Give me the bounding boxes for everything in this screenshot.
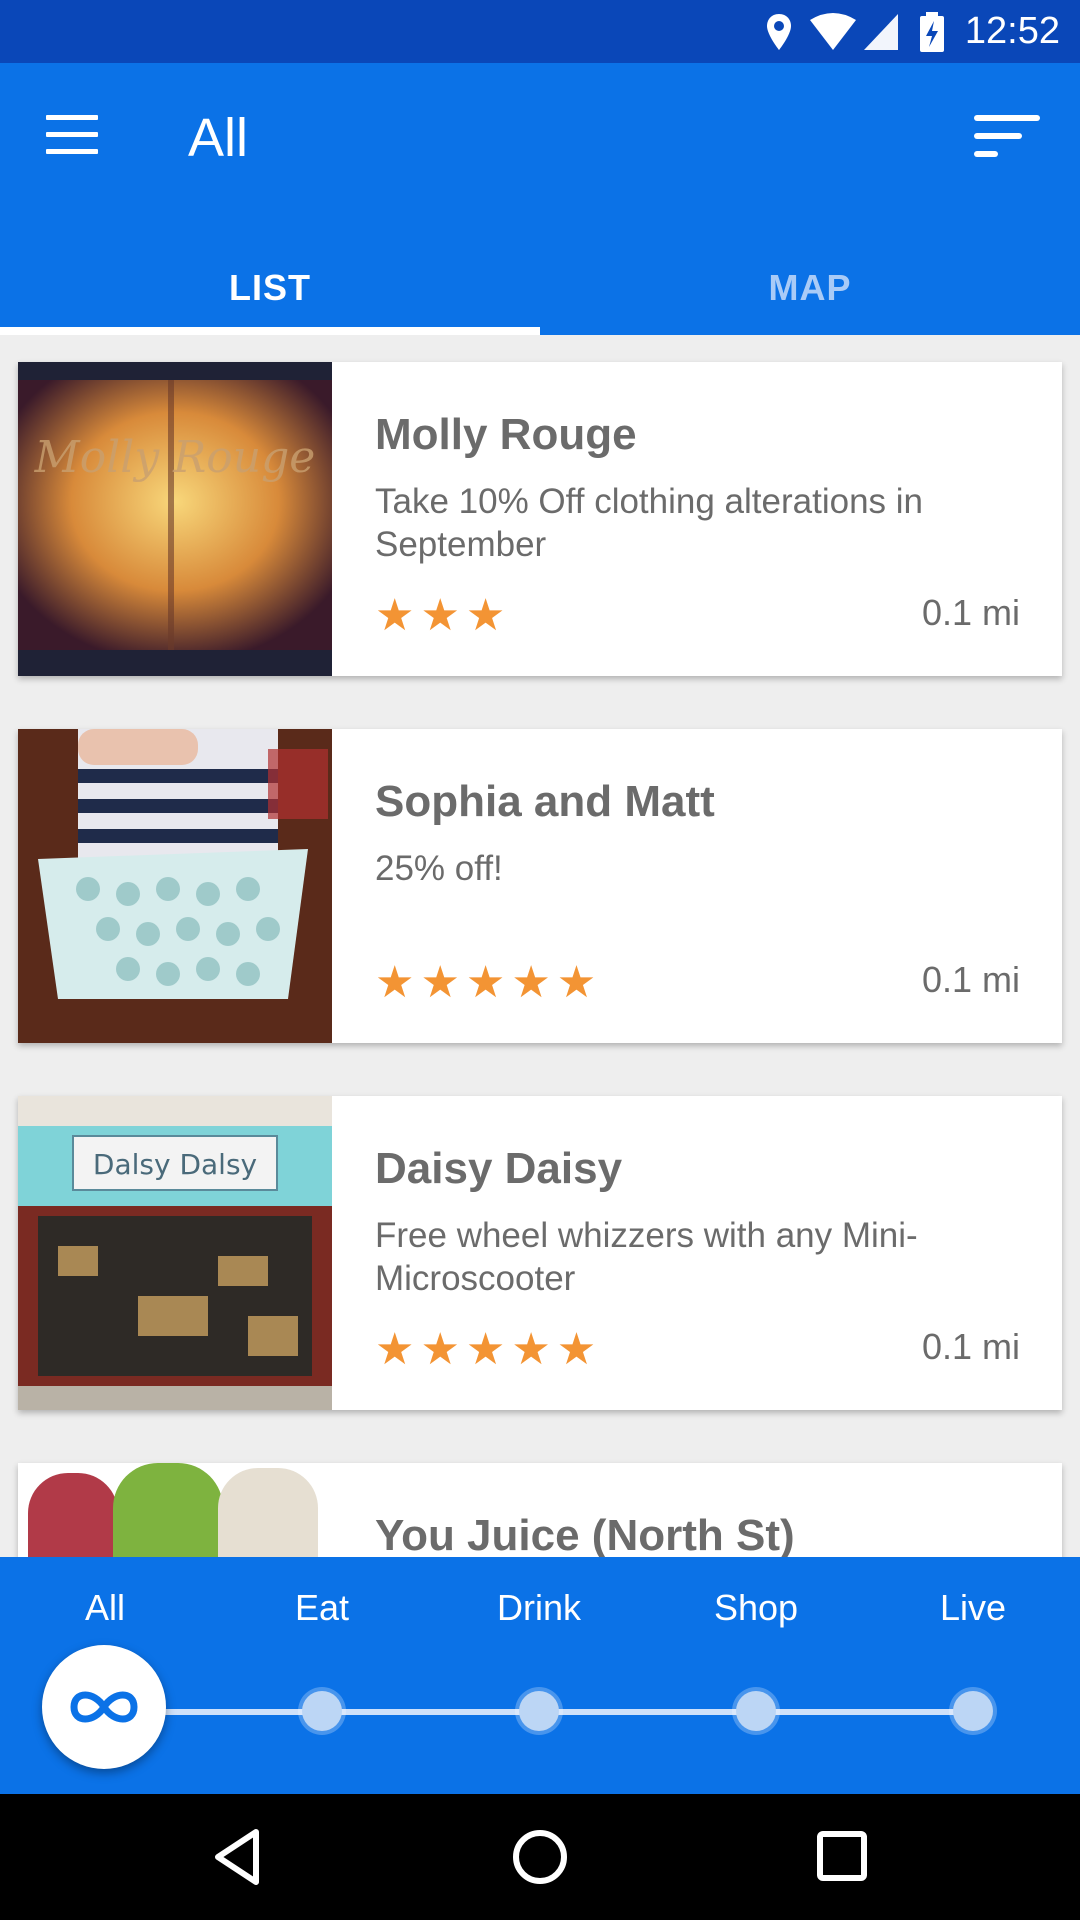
home-icon[interactable] <box>507 1824 573 1890</box>
image-sign-text: Dalsy Dalsy <box>93 1148 257 1181</box>
listing-offer: Take 10% Off clothing alterations in Sep… <box>375 482 924 564</box>
infinity-icon <box>70 1691 138 1723</box>
tab-list[interactable]: LIST <box>0 241 540 335</box>
category-drink[interactable]: Drink <box>459 1587 619 1629</box>
listing-offer: 25% off! <box>375 849 503 888</box>
rating-stars: ★★★★★ <box>375 958 603 1007</box>
tab-indicator <box>0 327 540 335</box>
category-all[interactable]: All <box>25 1587 185 1629</box>
rating-stars: ★★★ <box>375 591 512 640</box>
signal-icon <box>864 14 898 50</box>
tab-map[interactable]: MAP <box>540 241 1080 335</box>
listing-name: You Juice (North St) <box>375 1511 795 1557</box>
listing-distance: 0.1 mi <box>921 959 1020 1000</box>
location-icon <box>767 14 791 50</box>
category-eat[interactable]: Eat <box>242 1587 402 1629</box>
listing-name: Molly Rouge <box>375 410 637 459</box>
slider-stop-eat[interactable] <box>302 1691 342 1731</box>
listing-offer: Free wheel whizzers with any Mini-Micros… <box>375 1216 918 1298</box>
listing-image: Molly Rouge <box>18 362 332 676</box>
battery-charging-icon <box>920 12 944 52</box>
listing-distance: 0.1 mi <box>921 592 1020 633</box>
listing-card[interactable]: Sophia and Matt 25% off! ★★★★★ 0.1 mi <box>18 729 1062 1043</box>
listing-card[interactable]: Dalsy Dalsy Daisy Daisy Free wheel whizz… <box>18 1096 1062 1410</box>
recents-icon[interactable] <box>810 1824 876 1890</box>
listing-list[interactable]: Molly Rouge Molly Rouge Take 10% Off clo… <box>0 335 1080 1557</box>
listing-image: Dalsy Dalsy <box>18 1096 332 1410</box>
hamburger-menu-icon[interactable] <box>46 115 98 167</box>
listing-image <box>18 1463 332 1557</box>
wifi-icon <box>810 13 856 50</box>
listing-card[interactable]: You Juice (North St) <box>18 1463 1062 1557</box>
slider-stop-live[interactable] <box>953 1691 993 1731</box>
image-sign-text: Molly Rouge <box>34 432 316 483</box>
category-live[interactable]: Live <box>893 1587 1053 1629</box>
back-icon[interactable] <box>206 1824 272 1890</box>
listing-name: Daisy Daisy <box>375 1144 623 1193</box>
system-nav-bar <box>0 1794 1080 1920</box>
tab-bar: LIST MAP <box>0 241 1080 335</box>
listing-name: Sophia and Matt <box>375 777 715 826</box>
listing-card[interactable]: Molly Rouge Molly Rouge Take 10% Off clo… <box>18 362 1062 676</box>
slider-stop-drink[interactable] <box>519 1691 559 1731</box>
sort-filter-icon[interactable] <box>974 115 1040 167</box>
app-bar: All LIST MAP <box>0 63 1080 335</box>
category-shop[interactable]: Shop <box>676 1587 836 1629</box>
slider-thumb[interactable] <box>42 1645 166 1769</box>
status-time: 12:52 <box>964 10 1060 52</box>
listing-image <box>18 729 332 1043</box>
status-bar: 12:52 <box>0 0 1080 63</box>
rating-stars: ★★★★★ <box>375 1325 603 1374</box>
category-slider[interactable]: All Eat Drink Shop Live <box>0 1557 1080 1794</box>
listing-distance: 0.1 mi <box>921 1326 1020 1367</box>
slider-stop-shop[interactable] <box>736 1691 776 1731</box>
page-title: All <box>188 108 249 168</box>
